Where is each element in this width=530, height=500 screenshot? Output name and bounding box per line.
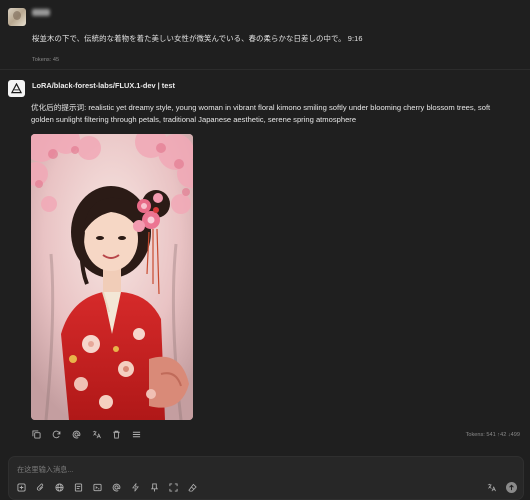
composer-actions	[485, 481, 517, 494]
translate-icon	[92, 430, 101, 439]
quick-phrase-button[interactable]	[129, 481, 142, 494]
web-search-button[interactable]	[53, 481, 66, 494]
message-input[interactable]	[15, 461, 499, 477]
file-icon	[74, 483, 83, 492]
model-name: LoRA/black-forest-labs/FLUX.1-dev | test	[32, 81, 175, 90]
pin-button[interactable]	[148, 481, 161, 494]
lightning-icon	[132, 483, 139, 492]
copy-button[interactable]	[30, 428, 43, 441]
copy-icon	[32, 430, 41, 439]
generated-image[interactable]	[31, 134, 193, 420]
pin-icon	[150, 483, 159, 492]
user-avatar	[8, 8, 26, 26]
user-message-text: 桜並木の下で、伝統的な着物を着た美しい女性が微笑んでいる、春の柔らかな日差しの中…	[32, 34, 363, 43]
mention-model-button[interactable]	[110, 481, 123, 494]
mention-button[interactable]	[70, 428, 83, 441]
menu-icon	[132, 431, 141, 438]
new-topic-button[interactable]	[15, 481, 28, 494]
add-note-icon	[17, 483, 26, 492]
terminal-button[interactable]	[91, 481, 104, 494]
user-message: 桜並木の下で、伝統的な着物を着た美しい女性が微笑んでいる、春の柔らかな日差しの中…	[0, 0, 530, 70]
knowledge-base-button[interactable]	[72, 481, 85, 494]
at-icon	[112, 483, 121, 492]
response-toolbar	[30, 428, 143, 441]
attach-button[interactable]	[34, 481, 47, 494]
regenerate-button[interactable]	[50, 428, 63, 441]
triangle-logo-icon	[11, 83, 22, 94]
delete-button[interactable]	[110, 428, 123, 441]
optimized-prompt: 优化后的提示词: realistic yet dreamy style, you…	[31, 103, 491, 124]
at-icon	[72, 430, 81, 439]
message-divider	[0, 69, 530, 70]
globe-icon	[55, 483, 64, 492]
arrow-up-icon	[509, 484, 514, 491]
message-composer	[8, 456, 524, 500]
menu-button[interactable]	[130, 428, 143, 441]
clear-button[interactable]	[186, 481, 199, 494]
translate-icon	[487, 483, 496, 492]
response-token-count: Tokens: 541 ↑42 ↓499	[465, 432, 520, 438]
eraser-icon	[188, 483, 197, 492]
expand-button[interactable]	[167, 481, 180, 494]
refresh-icon	[52, 430, 61, 439]
send-button[interactable]	[506, 482, 517, 493]
expand-icon	[169, 483, 178, 492]
composer-tools	[15, 481, 199, 494]
kimono-woman-illustration	[31, 134, 193, 420]
username-redacted	[32, 9, 50, 16]
trash-icon	[113, 430, 120, 439]
terminal-icon	[93, 483, 102, 492]
model-avatar	[8, 80, 25, 97]
user-token-count: Tokens: 45	[32, 57, 60, 63]
translate-button[interactable]	[90, 428, 103, 441]
translate-input-button[interactable]	[485, 481, 498, 494]
paperclip-icon	[36, 483, 44, 491]
